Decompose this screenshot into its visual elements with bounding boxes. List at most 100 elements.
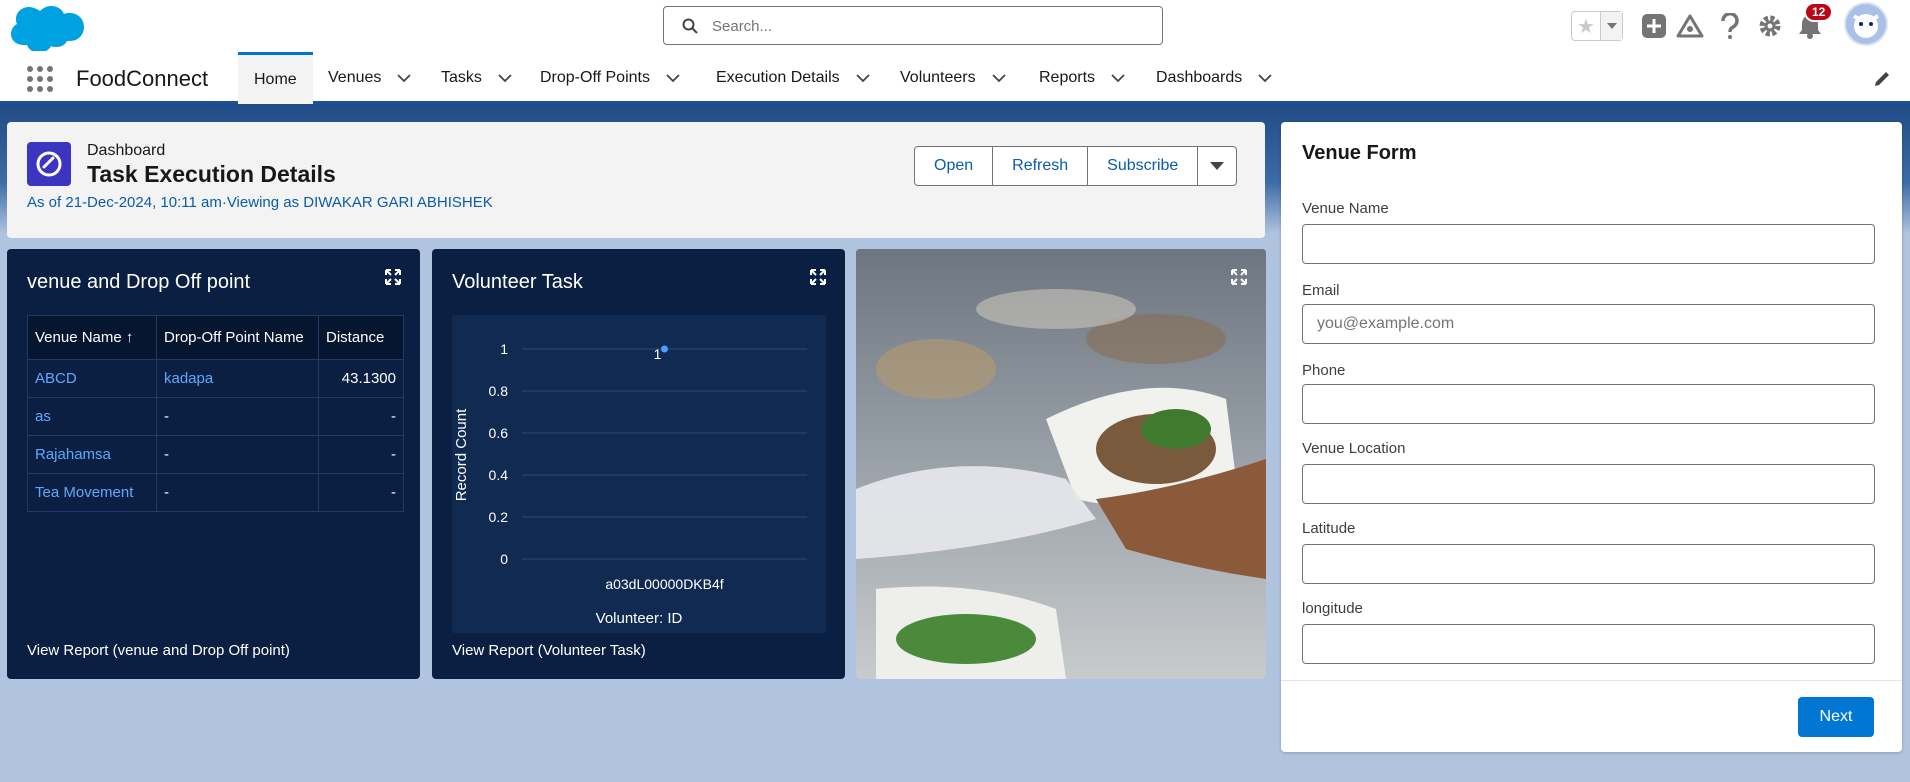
more-actions-button[interactable] [1198, 147, 1236, 185]
trailhead-guidance-icon[interactable] [1676, 12, 1704, 40]
form-footer: Next [1281, 680, 1902, 752]
food-serving-image [856, 249, 1266, 679]
chevron-down-icon[interactable] [991, 71, 1006, 85]
venue-name-input[interactable] [1302, 224, 1875, 264]
nav-tab-drop-off-points[interactable]: Drop-Off Points [540, 52, 680, 104]
y-axis-title: Record Count [453, 408, 470, 501]
dropoff-cell: - [156, 473, 319, 512]
distance-cell: - [318, 397, 404, 436]
venue-location-input[interactable] [1302, 464, 1875, 504]
app-name: FoodConnect [76, 66, 209, 91]
global-search[interactable]: Search... [663, 6, 1163, 45]
app-launcher-icon[interactable] [26, 65, 54, 93]
dashboard-eyebrow: Dashboard [87, 142, 166, 159]
view-report-link[interactable]: View Report (venue and Drop Off point) [27, 642, 290, 659]
y-tick-label: 0.4 [489, 467, 509, 483]
table-row: as - - [27, 397, 404, 436]
expand-icon[interactable] [385, 269, 401, 285]
nav-tab-label: Reports [1039, 69, 1096, 86]
x-axis-title: Volunteer: ID [596, 610, 683, 627]
table-component: venue and Drop Off point Venue Name ↑ Dr… [7, 249, 420, 679]
component-title: Volunteer Task [452, 271, 583, 293]
global-actions-icon[interactable] [1640, 12, 1668, 40]
page-title: Task Execution Details [87, 161, 336, 187]
distance-cell: - [318, 473, 404, 512]
y-tick-label: 0.6 [489, 425, 509, 441]
nav-tab-reports[interactable]: Reports [1039, 52, 1125, 104]
edit-nav-pencil-icon[interactable] [1873, 70, 1891, 88]
venue-dropoff-table: Venue Name ↑ Drop-Off Point Name Distanc… [27, 315, 404, 512]
nav-tab-label: Drop-Off Points [540, 69, 650, 86]
expand-icon[interactable] [1231, 269, 1247, 285]
dropoff-link[interactable]: kadapa [156, 359, 319, 398]
favorites-dropdown[interactable] [1600, 12, 1622, 40]
favorites-button[interactable]: ★ [1571, 11, 1623, 41]
column-header[interactable]: Distance [318, 315, 404, 360]
distance-cell: 43.1300 [318, 359, 404, 398]
nav-tab-dashboards[interactable]: Dashboards [1156, 52, 1272, 104]
y-tick-label: 0 [500, 551, 508, 567]
nav-tab-label: Venues [328, 69, 382, 86]
phone-input[interactable] [1302, 384, 1875, 424]
table-row: Rajahamsa - - [27, 435, 404, 474]
email-input[interactable]: you@example.com [1302, 304, 1875, 344]
nav-tab-venues[interactable]: Venues [328, 52, 412, 104]
expand-icon[interactable] [810, 269, 826, 285]
y-tick-label: 0.2 [489, 509, 509, 525]
chevron-down-icon[interactable] [397, 71, 412, 85]
star-icon[interactable]: ★ [1572, 12, 1600, 40]
caret-down-icon [1606, 23, 1617, 29]
chevron-down-icon[interactable] [855, 71, 870, 85]
y-tick-label: 0.8 [489, 383, 509, 399]
view-report-link[interactable]: View Report (Volunteer Task) [452, 642, 646, 659]
refresh-button[interactable]: Refresh [993, 147, 1089, 185]
chevron-down-icon[interactable] [1111, 71, 1125, 85]
nav-tab-tasks[interactable]: Tasks [441, 52, 512, 104]
chart-component: Volunteer Task 1 0.8 0.6 0.4 0.2 0 a03dL00000D… [432, 249, 845, 679]
venue-link[interactable]: Tea Movement [27, 473, 157, 512]
caret-down-icon [1210, 162, 1225, 170]
nav-tab-execution-details[interactable]: Execution Details [716, 52, 870, 104]
nav-tab-volunteers[interactable]: Volunteers [900, 52, 1006, 104]
dashboard-header: Dashboard Task Execution Details As of 2… [7, 122, 1265, 238]
table-row: Tea Movement - - [27, 473, 404, 512]
venue-link[interactable]: ABCD [27, 359, 157, 398]
open-button[interactable]: Open [915, 147, 994, 185]
phone-label: Phone [1302, 362, 1346, 379]
dashboard-gauge-icon [27, 142, 71, 186]
column-header[interactable]: Drop-Off Point Name [156, 315, 319, 360]
table-header-row: Venue Name ↑ Drop-Off Point Name Distanc… [27, 315, 404, 360]
email-label: Email [1302, 282, 1340, 299]
latitude-label: Latitude [1302, 520, 1356, 537]
venue-location-label: Venue Location [1302, 440, 1406, 457]
chevron-down-icon[interactable] [1258, 71, 1272, 85]
setup-gear-icon[interactable] [1756, 12, 1784, 40]
column-header[interactable]: Venue Name ↑ [27, 315, 157, 360]
help-icon[interactable] [1716, 12, 1744, 40]
longitude-input[interactable] [1302, 624, 1875, 664]
venue-link[interactable]: as [27, 397, 157, 436]
salesforce-logo[interactable] [10, 3, 84, 51]
nav-tab-label: Dashboards [1156, 69, 1243, 86]
nav-tab-home[interactable]: Home [238, 52, 313, 104]
chevron-down-icon[interactable] [666, 71, 680, 85]
venue-link[interactable]: Rajahamsa [27, 435, 157, 474]
data-point [661, 345, 668, 353]
chevron-down-icon[interactable] [498, 71, 512, 85]
nav-tab-label: Execution Details [716, 69, 840, 86]
component-title: venue and Drop Off point [27, 271, 251, 293]
longitude-label: longitude [1302, 600, 1363, 617]
next-button[interactable]: Next [1798, 697, 1874, 737]
x-tick-label: a03dL00000DKB4f [605, 576, 723, 592]
chart-area: 1 0.8 0.6 0.4 0.2 0 a03dL00000DKB4f 1 Volunteer:… [452, 315, 826, 633]
table-row: ABCD kadapa 43.1300 [27, 359, 404, 398]
user-avatar[interactable] [1844, 2, 1888, 46]
dropoff-cell: - [156, 435, 319, 474]
notification-badge: 12 [1804, 2, 1834, 22]
subscribe-button[interactable]: Subscribe [1088, 147, 1199, 185]
nav-tab-label: Home [254, 70, 297, 88]
latitude-input[interactable] [1302, 544, 1875, 584]
distance-cell: - [318, 435, 404, 474]
dashboard-as-of-text: As of 21-Dec-2024, 10:11 am·Viewing as D… [27, 194, 493, 211]
search-placeholder: Search... [712, 18, 773, 35]
